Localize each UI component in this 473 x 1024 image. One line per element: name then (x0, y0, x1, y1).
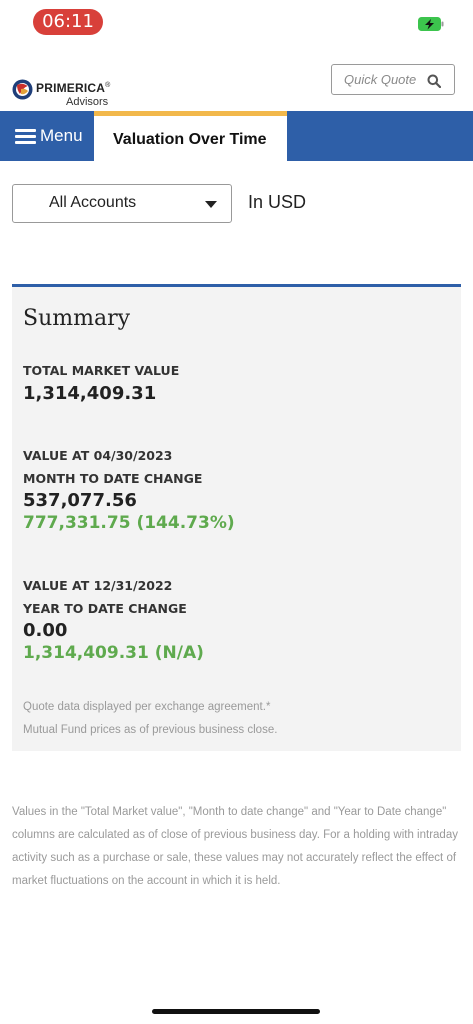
currency-label: In USD (248, 192, 307, 212)
primerica-logo-mark-icon (12, 79, 33, 100)
status-time: 06:11 (33, 9, 103, 35)
quick-quote-input[interactable]: Quick Quote (331, 64, 455, 95)
tab-valuation-over-time[interactable]: Valuation Over Time (94, 111, 287, 161)
mutual-fund-note: Mutual Fund prices as of previous busine… (23, 724, 278, 736)
mtd-change: 777,331.75 (144.73%) (23, 513, 235, 533)
search-icon[interactable] (427, 74, 441, 88)
account-select[interactable]: All Accounts (12, 184, 232, 223)
quote-data-note: Quote data displayed per exchange agreem… (23, 701, 271, 713)
brand-sub: Advisors (66, 96, 109, 108)
account-select-value: All Accounts (49, 194, 137, 211)
disclaimer-text: Values in the "Total Market value", "Mon… (12, 806, 458, 887)
hamburger-icon (15, 129, 36, 144)
app-header: PRIMERICA® Advisors Quick Quote (0, 56, 473, 112)
caret-down-icon (205, 201, 217, 208)
status-bar: 06:11 (0, 0, 473, 44)
main-nav: Menu Valuation Over Time (0, 111, 473, 161)
ytd-value-at-label: VALUE AT 12/31/2022 (23, 578, 173, 593)
tab-label: Valuation Over Time (113, 131, 267, 148)
home-indicator[interactable] (152, 1009, 320, 1014)
mtd-value: 537,077.56 (23, 490, 137, 511)
ytd-change-label: YEAR TO DATE CHANGE (23, 601, 187, 616)
primerica-logo[interactable]: PRIMERICA® Advisors (12, 77, 122, 109)
mtd-value-at-label: VALUE AT 04/30/2023 (23, 448, 173, 463)
menu-label: Menu (40, 126, 83, 145)
menu-button[interactable]: Menu (15, 111, 95, 161)
quick-quote-placeholder: Quick Quote (344, 72, 417, 87)
total-market-value: 1,314,409.31 (23, 383, 157, 404)
ytd-value: 0.00 (23, 620, 68, 641)
total-market-value-label: TOTAL MARKET VALUE (23, 363, 180, 378)
brand-name: PRIMERICA® (36, 81, 111, 95)
mtd-change-label: MONTH TO DATE CHANGE (23, 471, 203, 486)
summary-title: Summary (23, 306, 131, 331)
battery-charging-icon (418, 17, 444, 31)
summary-card: Summary TOTAL MARKET VALUE 1,314,409.31 … (12, 284, 461, 751)
ytd-change: 1,314,409.31 (N/A) (23, 643, 204, 663)
